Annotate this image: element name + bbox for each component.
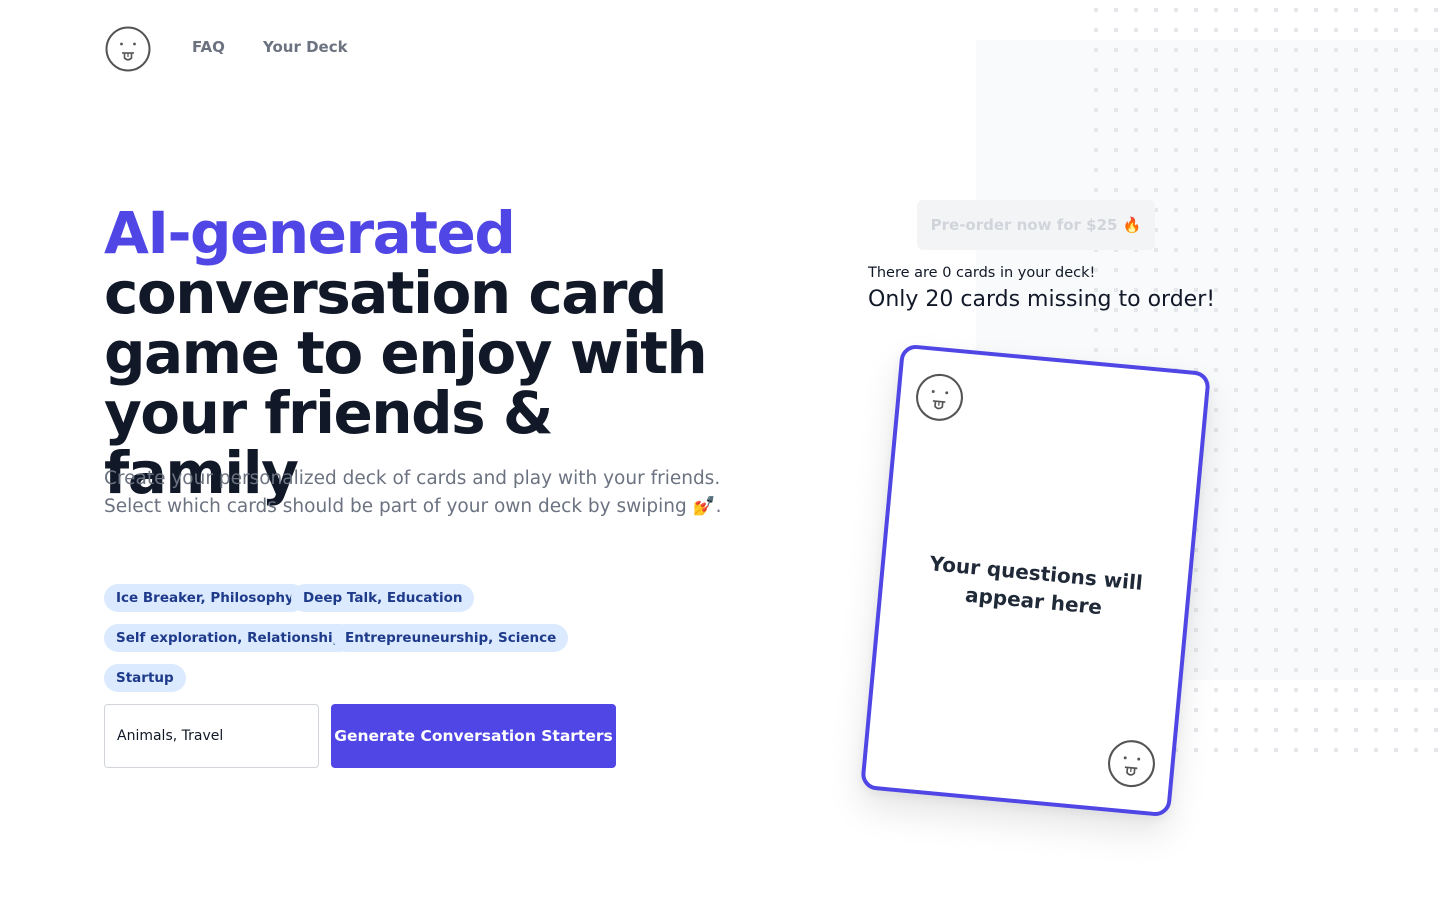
logo-tongue-face-icon[interactable] [105, 26, 151, 72]
topic-tag[interactable]: Deep Talk, Education [291, 584, 475, 612]
card-placeholder-text: Your questions will appear here [928, 551, 1144, 620]
preorder-button[interactable]: Pre-order now for $25 🔥 [917, 200, 1155, 250]
question-card[interactable]: Your questions will appear here [860, 343, 1211, 818]
cards-missing-text: Only 20 cards missing to order! [868, 287, 1216, 312]
nav-link-faq[interactable]: FAQ [192, 38, 225, 56]
topic-tag[interactable]: Startup [104, 664, 186, 692]
hero-subtitle-line1: Create your personalized deck of cards a… [104, 468, 721, 489]
nav-link-your-deck[interactable]: Your Deck [263, 38, 348, 56]
tongue-face-icon [913, 371, 965, 423]
topic-tag[interactable]: Self exploration, Relationship [104, 624, 355, 652]
hero-subtitle-line2: Select which cards should be part of you… [104, 496, 722, 517]
hero-title-accent: AI-generated [104, 199, 516, 267]
topic-tag[interactable]: Entrepreuneurship, Science [333, 624, 569, 652]
topic-input[interactable] [104, 704, 319, 768]
topic-tag[interactable]: Ice Breaker, Philosophy [104, 584, 306, 612]
generate-conversation-starters-button[interactable]: Generate Conversation Starters [331, 704, 616, 768]
hero-title: AI-generated conversation card game to e… [104, 203, 744, 503]
deck-count-text: There are 0 cards in your deck! [868, 265, 1096, 281]
hero-subtitle: Create your personalized deck of cards a… [104, 465, 744, 521]
tongue-face-icon [1105, 738, 1157, 790]
